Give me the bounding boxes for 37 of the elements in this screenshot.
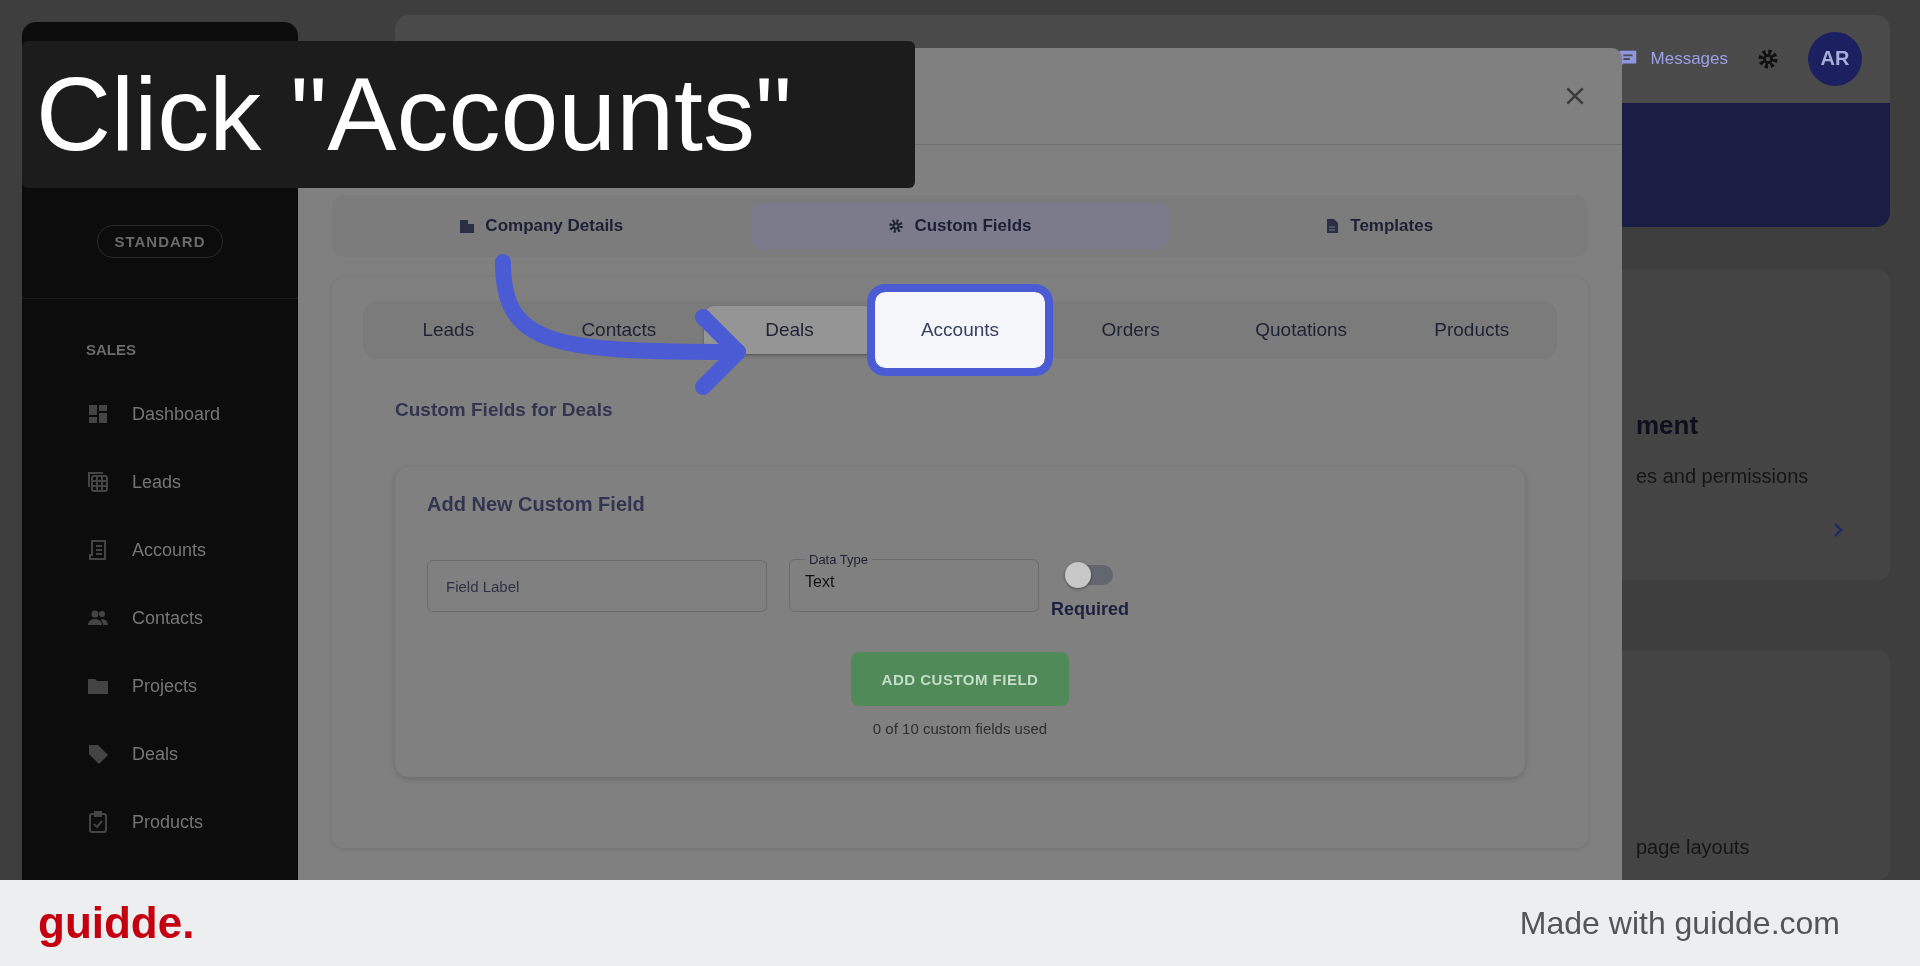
sidebar-item[interactable]: Dashboard [22, 380, 298, 448]
sidebar-item[interactable]: Deals [22, 720, 298, 788]
tab[interactable]: Custom Fields [750, 203, 1170, 249]
document-icon [1324, 218, 1341, 234]
sidebar-item[interactable]: Products [22, 788, 298, 856]
sidebar-item[interactable]: Projects [22, 652, 298, 720]
caption-text: Click "Accounts" [36, 57, 792, 172]
select-field[interactable]: Data Type Text [789, 552, 1039, 612]
tab[interactable]: Contacts [533, 306, 705, 354]
avatar[interactable]: AR [1808, 31, 1862, 86]
settings-icon [888, 218, 905, 234]
form-title: Add New Custom Field [427, 493, 645, 516]
close-icon[interactable] [1564, 85, 1586, 107]
usage-text: 0 of 10 custom fields used [872, 720, 1048, 737]
tab[interactable]: Orders [1045, 306, 1216, 354]
sidebar-item[interactable]: Contacts [22, 584, 298, 652]
section-title: Custom Fields for Deals [395, 399, 614, 421]
dashboard-icon [86, 402, 110, 426]
tag-icon [86, 742, 110, 766]
clipboard-icon [86, 810, 110, 834]
tab[interactable]: Leads [363, 306, 534, 354]
plan-badge: STANDARD [97, 225, 223, 258]
building-icon [459, 218, 476, 234]
section-heading: SALES [86, 341, 136, 358]
table-icon [86, 470, 110, 494]
toggle-label: Required [1051, 599, 1129, 620]
add-button[interactable]: ADD CUSTOM FIELD [851, 652, 1069, 706]
tab[interactable]: Quotations [1215, 306, 1387, 354]
tab[interactable]: Company Details [332, 203, 751, 249]
tab[interactable]: Products [1386, 306, 1558, 354]
toggle-switch[interactable] [1067, 565, 1113, 585]
input-field[interactable]: Field Label [427, 560, 767, 612]
sidebar-item[interactable]: Accounts [22, 516, 298, 584]
tab[interactable]: Templates [1169, 203, 1588, 249]
brand-logo[interactable]: guidde. [38, 898, 195, 948]
sidebar-item[interactable]: Leads [22, 448, 298, 516]
credit-text: Made with guidde.com [1519, 904, 1840, 942]
